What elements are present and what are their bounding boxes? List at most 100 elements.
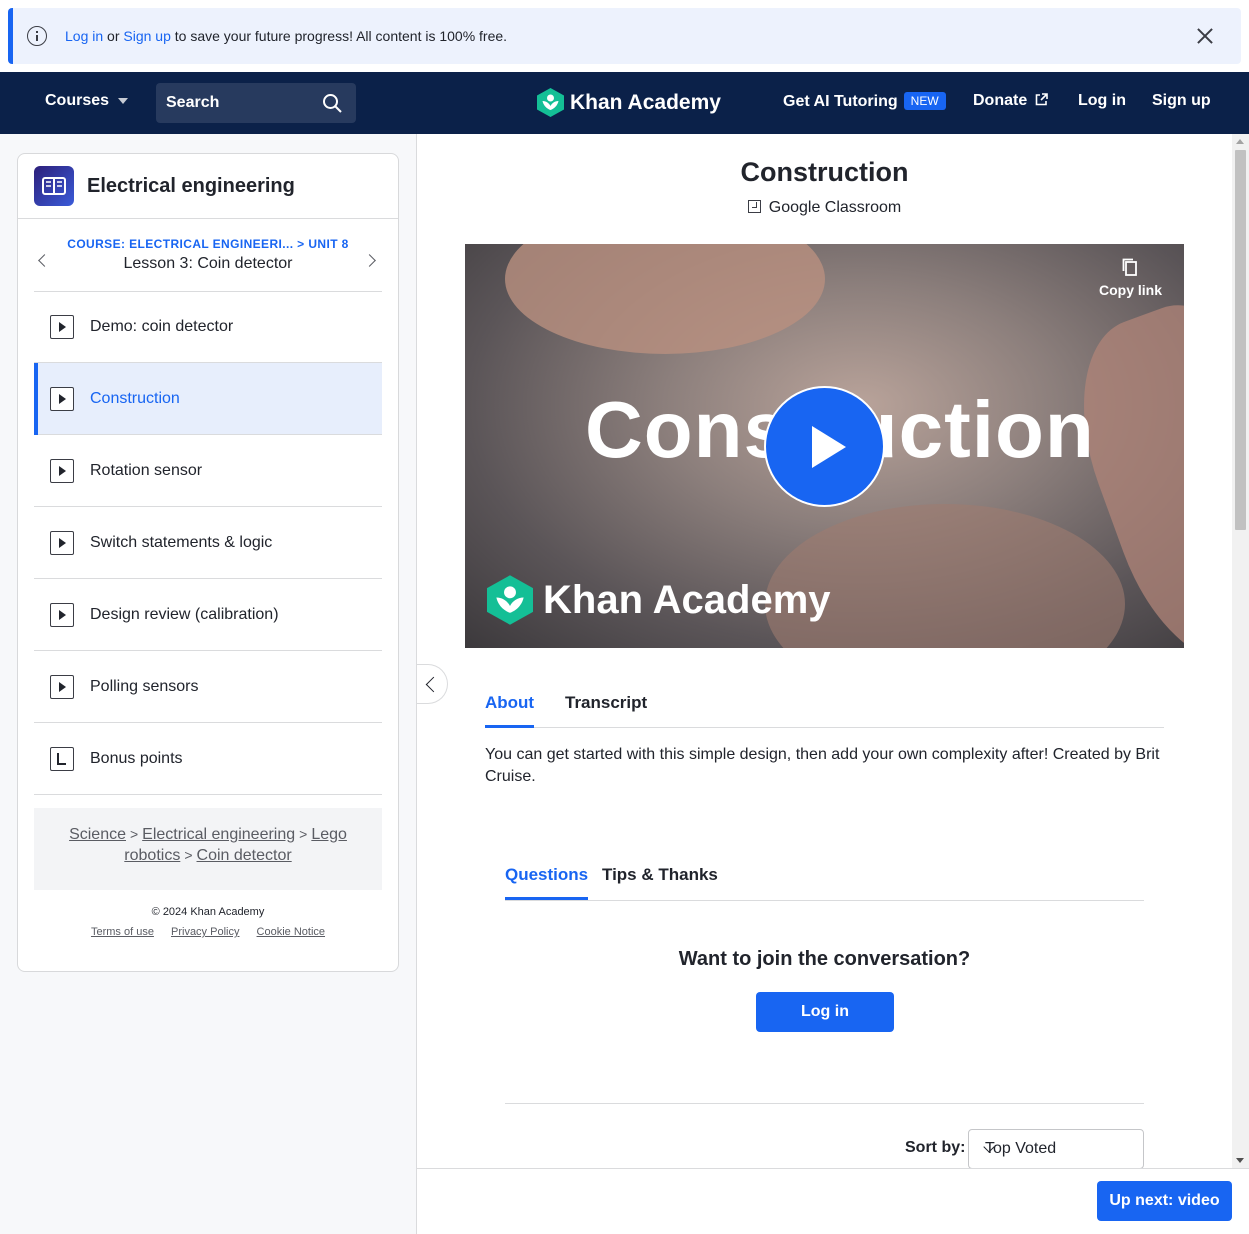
tab-tips-thanks[interactable]: Tips & Thanks [602,865,718,885]
about-description: You can get started with this simple des… [485,746,1160,785]
content-tabs: About Transcript [485,690,1164,728]
ai-tutoring-link[interactable]: Get AI Tutoring NEW [783,92,946,111]
play-icon [50,674,74,699]
lesson-item-construction[interactable]: Construction [34,363,382,435]
divider [505,1103,1144,1104]
scroll-down-arrow-icon[interactable] [1236,1158,1244,1163]
play-icon [50,530,74,555]
privacy-link[interactable]: Privacy Policy [171,926,239,938]
lesson-item-label: Polling sensors [90,677,199,695]
banner-or-text: or [103,28,124,44]
banner-login-link[interactable]: Log in [65,28,103,44]
play-icon [50,458,74,483]
video-watermark: Khan Academy [487,574,831,626]
external-link-icon [1035,93,1048,106]
lesson-item-label: Construction [90,389,180,407]
topic-breadcrumb: Science > Electrical engineering > Lego robo… [34,808,382,890]
search-icon [323,94,342,113]
join-conversation-prompt: Want to join the conversation? [678,948,971,970]
discussion-tabs: Questions Tips & Thanks [505,862,1144,901]
sort-label: Sort by: [905,1139,966,1156]
khan-academy-logo-icon [537,88,564,117]
tab-questions[interactable]: Questions [505,865,589,900]
lesson-item-label: Switch statements & logic [90,533,273,551]
close-icon[interactable] [1195,26,1215,46]
khan-academy-logo[interactable]: Khan Academy [537,88,721,117]
play-icon [50,602,74,627]
sort-select[interactable]: Top Voted [968,1129,1144,1169]
tab-transcript[interactable]: Transcript [565,693,647,713]
video-watermark-text: Khan Academy [543,577,831,622]
lesson-item-label: Design review (calibration) [90,605,279,623]
scroll-up-arrow-icon[interactable] [1236,139,1244,144]
play-icon [50,314,74,339]
banner-text: to save your future progress! All conten… [170,28,508,44]
sort-value: Top Voted [985,1140,1057,1157]
lesson-item-demo-coin-detector[interactable]: Demo: coin detector [34,291,382,363]
lesson-item-switch-statements[interactable]: Switch statements & logic [34,507,382,579]
copyright: © 2024 Khan Academy [151,906,265,918]
breadcrumb-robotics[interactable]: robotics [124,847,180,864]
banner-signup-link[interactable]: Sign up [123,28,170,44]
video-frame-shape [505,244,825,354]
chevron-down-icon [118,98,129,104]
google-classroom-icon [747,200,761,213]
sidebar-footer: © 2024 Khan Academy Terms of use Privacy… [18,906,398,938]
ai-tutoring-label: Get AI Tutoring [783,93,898,110]
lesson-breadcrumb: COURSE: ELECTRICAL ENGINEERI... > UNIT 8 [34,237,382,251]
breadcrumb-electrical-engineering[interactable]: Electrical engineering [142,826,295,843]
login-banner: Log in or Sign up to save your future pr… [8,8,1241,64]
lesson-items-list: Demo: coin detector Construction Rotatio… [34,291,382,795]
scrollbar[interactable] [1232,134,1249,1168]
tab-about[interactable]: About [485,693,535,728]
breadcrumb-course-link[interactable]: COURSE: ELECTRICAL ENGINEERI... [67,237,293,251]
google-classroom-label: Google Classroom [768,199,902,216]
lesson-item-design-review[interactable]: Design review (calibration) [34,579,382,651]
lesson-item-bonus-points[interactable]: Bonus points [34,723,382,795]
document-icon [50,746,74,771]
copy-icon [1123,258,1138,276]
collapse-sidebar-button[interactable] [417,664,448,704]
copy-link-button[interactable]: Copy link [1099,258,1162,298]
course-title: Electrical engineering [87,174,295,197]
donate-label: Donate [973,92,1028,109]
course-header[interactable]: Electrical engineering [18,154,398,219]
google-classroom-button[interactable]: Google Classroom [417,199,1232,217]
breadcrumb-sep: > [293,237,309,251]
search-input[interactable]: Search [156,83,356,123]
video-player[interactable]: Construction Copy link Khan Academy [465,244,1184,648]
top-nav: Courses Search Khan Academy Get AI Tutor… [0,72,1249,134]
breadcrumb-coin-detector[interactable]: Coin detector [197,847,292,864]
lesson-item-polling-sensors[interactable]: Polling sensors [34,651,382,723]
play-button[interactable] [764,386,885,507]
terms-link[interactable]: Terms of use [91,926,154,938]
info-icon [27,26,47,46]
header-login-link[interactable]: Log in [1078,92,1126,110]
breadcrumb-science[interactable]: Science [69,826,126,843]
lesson-item-label: Demo: coin detector [90,317,234,335]
footer-links: Terms of use Privacy Policy Cookie Notic… [18,926,398,938]
banner-message: Log in or Sign up to save your future pr… [65,28,507,44]
lesson-sidebar-card: Electrical engineering COURSE: ELECTRICA… [17,153,399,972]
cookie-link[interactable]: Cookie Notice [257,926,325,938]
breadcrumb-lego[interactable]: Lego [311,826,347,843]
lesson-item-label: Bonus points [90,749,183,767]
breadcrumb-unit-link[interactable]: UNIT 8 [308,237,348,251]
new-badge: NEW [903,92,946,110]
donate-link[interactable]: Donate [973,92,1048,110]
lesson-navigator: COURSE: ELECTRICAL ENGINEERI... > UNIT 8… [34,220,382,292]
lesson-name: Lesson 3: Coin detector [123,255,293,272]
courses-menu[interactable]: Courses [45,92,129,110]
copy-link-label: Copy link [1098,282,1162,298]
login-button[interactable]: Log in [756,992,894,1032]
page-title: Construction [740,157,909,187]
breadcrumb-separator: > [129,826,139,842]
breadcrumb-separator: > [184,847,193,863]
up-next-button[interactable]: Up next: video [1097,1181,1232,1221]
scrollbar-thumb[interactable] [1235,150,1246,530]
khan-academy-logo-icon [487,575,533,625]
courses-label: Courses [45,92,110,109]
lesson-item-rotation-sensor[interactable]: Rotation sensor [34,435,382,507]
lesson-item-label: Rotation sensor [90,461,203,479]
header-signup-link[interactable]: Sign up [1152,92,1211,110]
